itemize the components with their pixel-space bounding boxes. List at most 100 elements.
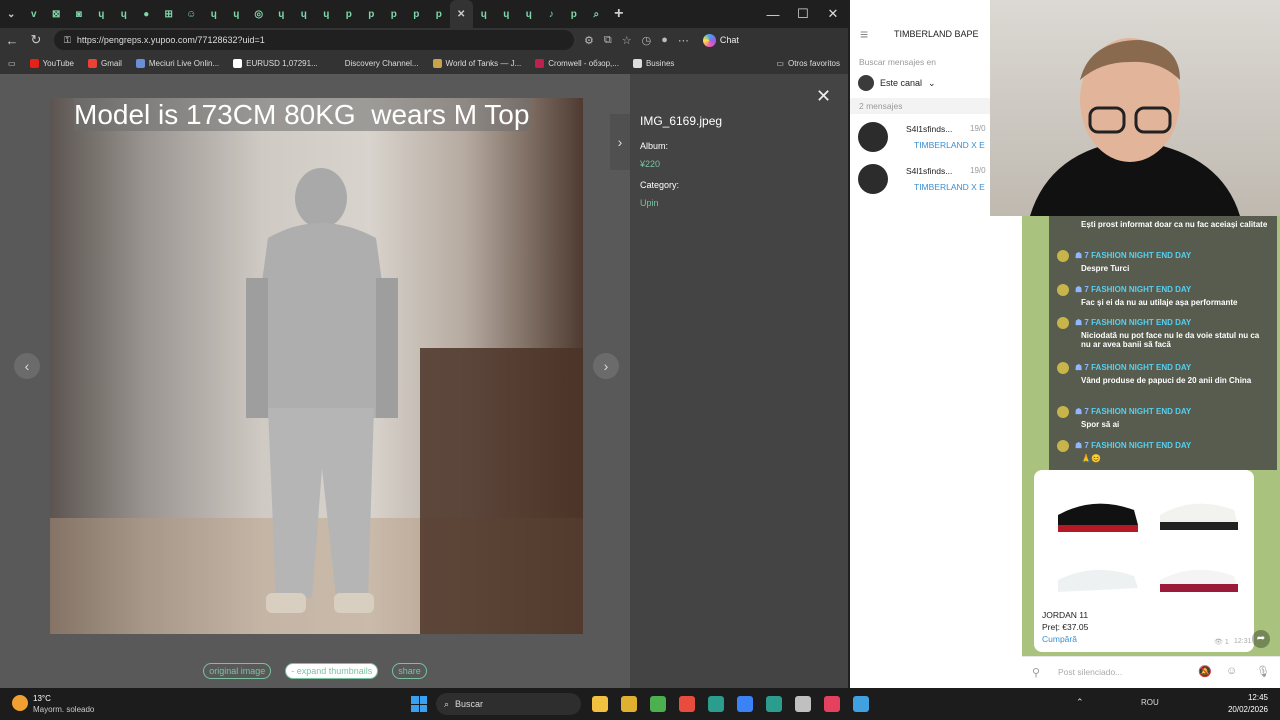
extensions-icon[interactable]: ⚙ xyxy=(584,34,594,47)
next-image-button[interactable]: › xyxy=(593,353,619,379)
bookmark-item[interactable]: Cromwell - обзор,... xyxy=(535,58,619,68)
start-button[interactable] xyxy=(411,696,427,712)
bookmark-item[interactable]: Busines xyxy=(632,58,674,68)
browser-tab[interactable]: ɥ xyxy=(270,0,293,28)
tab-menu-icon[interactable]: ⌄ xyxy=(0,0,23,28)
share-button[interactable]: share xyxy=(392,663,427,679)
browser-tab[interactable]: ɥ xyxy=(473,0,496,28)
browser-tab[interactable]: ɥ xyxy=(518,0,541,28)
hamburger-menu-icon[interactable]: ≡ xyxy=(860,26,868,42)
buy-link[interactable]: Cumpără xyxy=(1042,634,1077,644)
store-icon[interactable] xyxy=(650,696,666,712)
browser-tab[interactable]: ɥ xyxy=(293,0,316,28)
url-field[interactable]: ⚿ https://pengreps.x.yupoo.com/77128632?u… xyxy=(54,30,574,50)
overlay-message: ☗ 7 FASHION NIGHT END DAY Vând produse de… xyxy=(1057,362,1269,385)
overlay-message: Ești prost informat doar ca nu fac aceia… xyxy=(1057,218,1269,229)
taskbar-search[interactable]: ⌕ Buscar xyxy=(436,693,581,715)
chrome-icon[interactable] xyxy=(679,696,695,712)
minimize-icon[interactable]: — xyxy=(758,0,788,28)
compose-input[interactable]: Post silenciado... xyxy=(1058,667,1122,677)
emoji-icon[interactable]: ☺ xyxy=(1226,665,1237,677)
channel-filter[interactable]: Este canal ⌄ xyxy=(858,75,936,91)
more-icon[interactable]: ⋯ xyxy=(678,34,689,47)
back-icon[interactable]: ← xyxy=(0,33,24,48)
edge-icon[interactable] xyxy=(708,696,724,712)
browser-tab[interactable]: ⊠ xyxy=(45,0,68,28)
clock-time[interactable]: 12:45 xyxy=(1218,693,1268,702)
browser-tab[interactable]: p xyxy=(563,0,586,28)
browser-tab[interactable]: p xyxy=(428,0,451,28)
mute-icon[interactable]: 🔕 xyxy=(1198,665,1212,678)
copilot-chat-button[interactable]: Chat xyxy=(702,33,739,47)
browser-tab[interactable]: ● xyxy=(135,0,158,28)
browser-tab[interactable]: p xyxy=(338,0,361,28)
bookmark-label: Cromwell - обзор,... xyxy=(548,58,619,68)
steam-icon[interactable] xyxy=(766,696,782,712)
task-view-icon[interactable] xyxy=(592,696,608,712)
browser-tab[interactable]: p xyxy=(405,0,428,28)
tray-chevron-icon[interactable]: ⌃ xyxy=(1076,697,1084,708)
browser-tab[interactable]: ⌕ xyxy=(585,0,608,28)
browser-tab[interactable]: ɥ xyxy=(113,0,136,28)
browser-tab[interactable]: ◎ xyxy=(248,0,271,28)
chat-label: Chat xyxy=(719,35,739,45)
profile-avatar[interactable]: ● xyxy=(661,34,668,47)
microphone-icon[interactable]: 🎙 xyxy=(1256,665,1270,678)
bookmark-item[interactable]: Gmail xyxy=(88,58,122,68)
browser-tab[interactable]: p xyxy=(383,0,406,28)
toggle-info-panel-button[interactable]: › xyxy=(610,114,630,170)
bookmark-item[interactable]: EURUSD 1,07291... xyxy=(233,58,318,68)
original-image-button[interactable]: original image xyxy=(203,663,272,679)
folder-icon: ▭ xyxy=(776,58,784,68)
image-info-panel: IMG_6169.jpeg Album: ¥220 Category: Upin… xyxy=(630,74,848,688)
input-language[interactable]: ROU xyxy=(1141,698,1159,707)
album-value[interactable]: ¥220 xyxy=(640,159,660,169)
search-result-row[interactable]: S4l1sfinds... 19/0 TIMBERLAND X E xyxy=(850,160,990,200)
weather-sun-icon xyxy=(12,695,28,711)
tiktok-icon[interactable] xyxy=(795,696,811,712)
browser-tab[interactable]: ɥ xyxy=(225,0,248,28)
history-icon[interactable]: ◷ xyxy=(642,34,652,47)
other-favorites[interactable]: ▭ Otros favoritos xyxy=(776,59,840,68)
prev-image-button[interactable]: ‹ xyxy=(14,353,40,379)
bookmark-item[interactable]: World of Tanks — J... xyxy=(432,58,521,68)
category-value[interactable]: Upin xyxy=(640,198,659,208)
search-result-row[interactable]: S4l1sfinds... 19/0 TIMBERLAND X E xyxy=(850,118,990,158)
maximize-icon[interactable]: ☐ xyxy=(788,0,818,28)
browser-tab[interactable]: ɥ xyxy=(90,0,113,28)
file-explorer-icon[interactable] xyxy=(621,696,637,712)
notepad-icon[interactable] xyxy=(824,696,840,712)
bookmark-item[interactable]: YouTube xyxy=(29,58,74,68)
screen-recorder-icon[interactable] xyxy=(737,696,753,712)
browser-tab[interactable]: ɥ xyxy=(315,0,338,28)
browser-tab[interactable]: ɥ xyxy=(203,0,226,28)
bookmark-item[interactable]: Discovery Channel... xyxy=(331,58,419,68)
browser-tab[interactable]: ♪ xyxy=(540,0,563,28)
sidebar-toggle-icon[interactable]: ▭ xyxy=(8,59,16,68)
clock-date[interactable]: 20/02/2026 xyxy=(1218,705,1268,714)
site-info-icon[interactable]: ⚿ xyxy=(64,35,71,46)
product-photo[interactable]: Model is 173CM 80KG wears M Top xyxy=(50,98,583,634)
forward-button[interactable]: ➦ xyxy=(1252,630,1270,648)
badge: ☗ xyxy=(1075,363,1085,373)
attach-icon[interactable]: ⚲ xyxy=(1032,666,1040,679)
close-viewer-icon[interactable]: ✕ xyxy=(816,86,831,107)
browser-tab[interactable]: ◙ xyxy=(68,0,91,28)
search-query[interactable]: TIMBERLAND BAPE xyxy=(894,29,979,39)
reload-icon[interactable]: ↻ xyxy=(24,32,48,48)
browser-tab[interactable]: ⊞ xyxy=(158,0,181,28)
favorites-star-icon[interactable]: ☆ xyxy=(622,34,632,47)
bookmark-label: Meciuri Live Onlin... xyxy=(148,58,220,68)
split-screen-icon[interactable]: ⧉ xyxy=(604,34,612,47)
new-tab-button[interactable]: + xyxy=(608,0,631,28)
expand-thumbnails-button[interactable]: - expand thumbnails xyxy=(285,663,379,679)
browser-tab[interactable]: ɥ xyxy=(495,0,518,28)
snipping-tool-icon[interactable] xyxy=(853,696,869,712)
tab-active-close[interactable]: ✕ xyxy=(450,0,473,28)
jordan-11-sneakers-image[interactable] xyxy=(1034,470,1254,600)
close-window-icon[interactable]: ✕ xyxy=(818,0,848,28)
browser-tab[interactable]: p xyxy=(360,0,383,28)
browser-tab[interactable]: ☺ xyxy=(180,0,203,28)
browser-tab[interactable]: v xyxy=(23,0,46,28)
bookmark-item[interactable]: Meciuri Live Onlin... xyxy=(135,58,220,68)
